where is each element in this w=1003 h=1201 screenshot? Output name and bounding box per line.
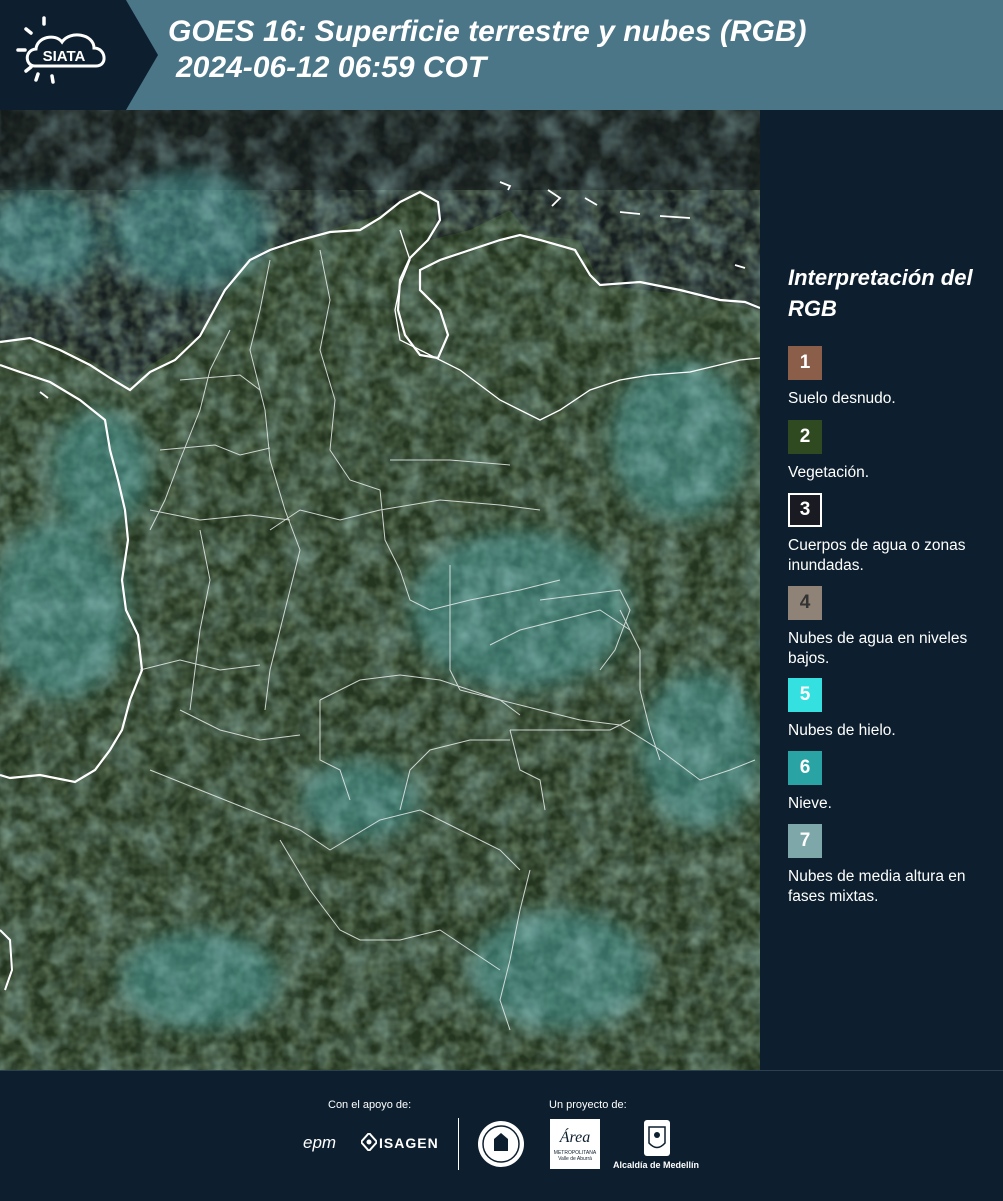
legend-swatch-7: 7 bbox=[788, 824, 822, 858]
legend-panel: Interpretación del RGB 1 Suelo desnudo. … bbox=[760, 110, 1003, 1070]
legend-item-5: 5 Nubes de hielo. bbox=[788, 678, 998, 741]
alcaldia-shield-icon bbox=[644, 1120, 670, 1156]
siata-logo-text: SIATA bbox=[43, 48, 86, 65]
legend-swatch-4: 4 bbox=[788, 586, 822, 620]
metro-name: Área bbox=[559, 1129, 591, 1146]
page-title: GOES 16: Superficie terrestre y nubes (R… bbox=[168, 14, 807, 86]
isagen-logo: ISAGEN bbox=[379, 1135, 439, 1151]
satellite-map[interactable] bbox=[0, 110, 760, 1070]
legend-swatch-5: 5 bbox=[788, 678, 822, 712]
epm-logo: epm bbox=[303, 1133, 337, 1152]
header-bar: SIATA GOES 16: Superficie terrestre y nu… bbox=[0, 0, 1003, 110]
legend-swatch-2: 2 bbox=[788, 420, 822, 454]
alcaldia-logo: Alcaldía de Medellín bbox=[613, 1160, 700, 1170]
metro-line2: Valle de Aburrá bbox=[558, 1156, 592, 1162]
siata-logo: SIATA bbox=[0, 0, 158, 110]
footer: Con el apoyo de: Un proyecto de: epm ISA… bbox=[0, 1070, 1003, 1201]
footer-divider bbox=[458, 1118, 459, 1170]
project-caption: Un proyecto de: bbox=[549, 1099, 627, 1111]
legend-label-1: Suelo desnudo. bbox=[788, 390, 896, 407]
legend-label-3: Cuerpos de agua o zonas inundadas. bbox=[788, 537, 966, 574]
legend-swatch-3: 3 bbox=[788, 493, 822, 527]
title-line-1: GOES 16: Superficie terrestre y nubes (R… bbox=[168, 15, 807, 48]
legend-item-4: 4 Nubes de agua en niveles bajos. bbox=[788, 586, 998, 669]
legend-item-7: 7 Nubes de media altura en fases mixtas. bbox=[788, 824, 998, 907]
legend-item-1: 1 Suelo desnudo. bbox=[788, 346, 998, 409]
legend-swatch-1: 1 bbox=[788, 346, 822, 380]
legend-item-2: 2 Vegetación. bbox=[788, 420, 998, 483]
support-caption: Con el apoyo de: bbox=[328, 1099, 412, 1111]
legend-label-5: Nubes de hielo. bbox=[788, 722, 896, 739]
legend-swatch-6: 6 bbox=[788, 751, 822, 785]
metropolitana-logo: Área METROPOLITANA Valle de Aburrá bbox=[550, 1119, 600, 1169]
legend-item-6: 6 Nieve. bbox=[788, 751, 998, 814]
isagen-icon bbox=[359, 1131, 379, 1153]
title-timestamp: 2024-06-12 06:59 COT bbox=[176, 51, 487, 84]
map-canvas bbox=[0, 110, 760, 1070]
legend-title: Interpretación del RGB bbox=[788, 265, 973, 321]
legend-label-7: Nubes de media altura en fases mixtas. bbox=[788, 868, 966, 905]
legend-item-3: 3 Cuerpos de agua o zonas inundadas. bbox=[788, 493, 998, 576]
legend-label-2: Vegetación. bbox=[788, 464, 870, 481]
university-seal-icon bbox=[478, 1121, 524, 1167]
legend-label-4: Nubes de agua en niveles bajos. bbox=[788, 630, 968, 667]
legend-label-6: Nieve. bbox=[788, 795, 832, 812]
